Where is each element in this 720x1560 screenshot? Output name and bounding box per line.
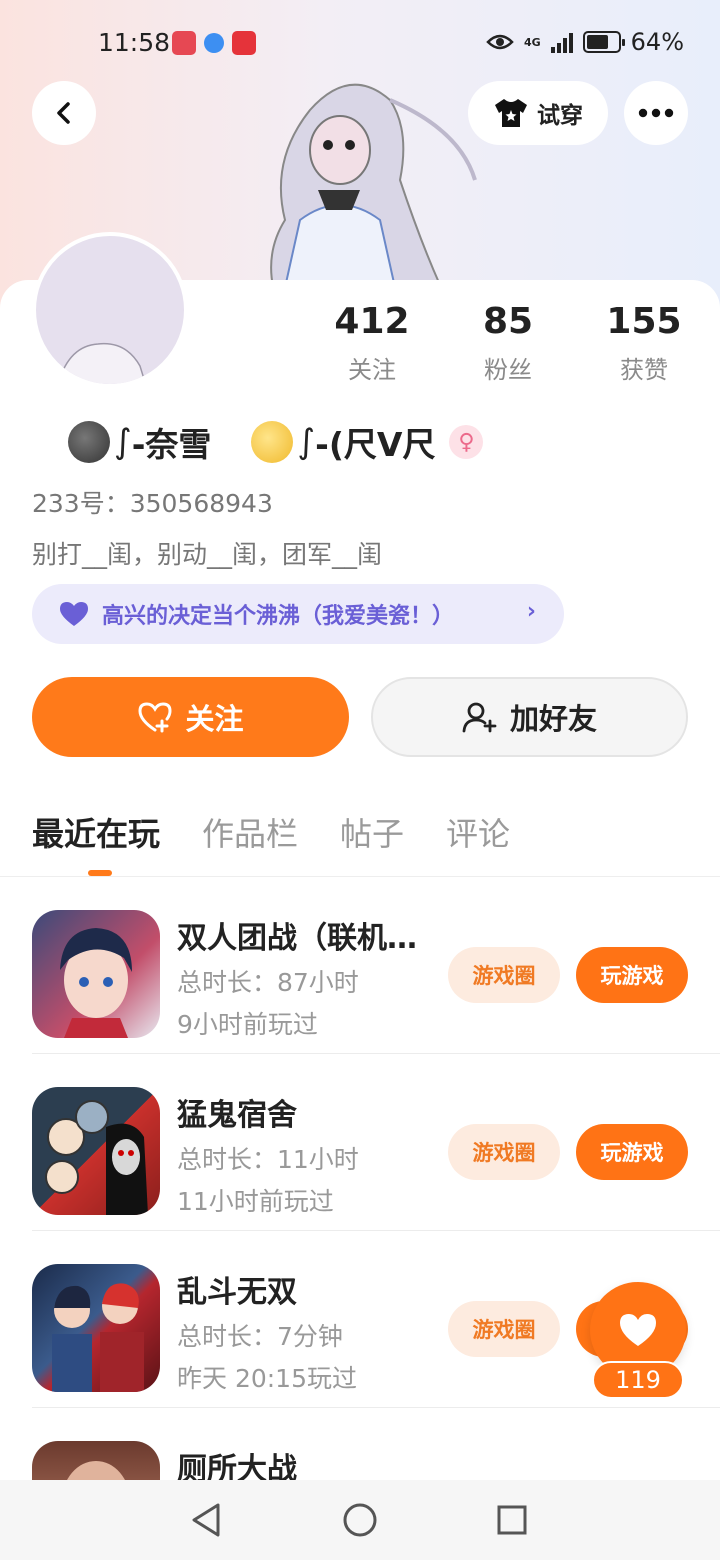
female-gender-icon: ♀ <box>449 425 484 459</box>
stat-following[interactable]: 412 关注 <box>302 300 442 385</box>
system-nav-bar <box>0 1480 720 1560</box>
stat-likes-label: 获赞 <box>620 356 668 384</box>
battery-icon <box>582 31 625 53</box>
game-notification-icon <box>232 31 256 55</box>
game-duration: 总时长：87小时 <box>177 968 359 997</box>
game-circle-button[interactable]: 游戏圈 <box>448 1124 560 1180</box>
hook-glyph-icon: ∫ <box>114 422 132 462</box>
status-time: 11:58 <box>98 28 171 57</box>
tab-recently-played[interactable]: 最近在玩 <box>32 812 160 876</box>
list-item[interactable]: 双人团战（联机版） 总时长：87小时 9小时前玩过 游戏圈 玩游戏 <box>32 877 720 1054</box>
nav-back-button[interactable] <box>186 1500 226 1540</box>
game-icon-2 <box>32 1087 160 1215</box>
game-title: 乱斗无双 <box>177 1275 297 1310</box>
stat-fans[interactable]: 85 粉丝 <box>438 300 578 385</box>
game-title: 猛鬼宿舍 <box>177 1098 297 1133</box>
follow-label: 关注 <box>185 702 244 736</box>
nav-recents-button[interactable] <box>492 1500 532 1540</box>
username: ∫ -奈雪 ∫ -(尺V尺 ♀ <box>68 418 484 466</box>
signature-pill[interactable]: 高兴的决定当个沸沸（我爱美瓷！） › <box>32 584 564 644</box>
username-part1: -奈雪 <box>131 425 212 464</box>
like-count-badge: 119 <box>592 1361 684 1399</box>
network-type-label: 4G <box>523 35 541 49</box>
ghost-dorm-icon <box>45 1100 148 1215</box>
circle-home-icon <box>343 1503 377 1537</box>
tab-posts[interactable]: 帖子 <box>340 812 404 856</box>
list-item[interactable]: 厕所大战 <box>32 1408 720 1480</box>
game-icon-3 <box>32 1264 160 1392</box>
stat-fans-label: 粉丝 <box>484 356 532 384</box>
try-on-button[interactable]: 试穿 <box>468 81 608 145</box>
tab-works[interactable]: 作品栏 <box>202 812 298 856</box>
nav-home-button[interactable] <box>340 1500 380 1540</box>
avatar[interactable] <box>32 232 188 388</box>
game-icon-1 <box>32 910 160 1038</box>
game-last-played: 9小时前玩过 <box>177 1010 318 1039</box>
follow-button[interactable]: 关注 <box>32 677 349 757</box>
avatar-3d-figure <box>270 83 477 310</box>
anime-girl-icon <box>60 928 132 1038</box>
more-dots-icon <box>638 108 674 118</box>
game-title: 双人团战（联机版） <box>177 921 439 956</box>
brawl-heroes-icon <box>52 1283 144 1392</box>
signal-icon <box>550 31 573 53</box>
add-user-icon <box>462 702 497 733</box>
add-friend-button[interactable]: 加好友 <box>371 677 688 757</box>
game-last-played: 11小时前玩过 <box>177 1187 334 1216</box>
game-circle-button[interactable]: 游戏圈 <box>448 1301 560 1357</box>
heart-icon <box>620 1314 656 1346</box>
hook-glyph-icon-2: ∫ <box>297 422 316 462</box>
user-id: 233号：350568943 <box>32 489 273 518</box>
chevron-right-icon: › <box>526 599 536 624</box>
stat-fans-value: 85 <box>482 301 534 342</box>
triangle-back-icon <box>192 1503 220 1537</box>
game-icon-4 <box>32 1441 160 1480</box>
tshirt-icon <box>495 99 527 127</box>
app-notification-icon <box>172 31 196 55</box>
stat-likes[interactable]: 155 获赞 <box>574 300 714 385</box>
dark-moon-emoji-icon <box>68 421 110 463</box>
battery-percent: 64% <box>630 28 684 56</box>
username-part2: -(尺V尺 <box>315 425 436 464</box>
heart-plus-icon <box>138 702 172 733</box>
tab-comments[interactable]: 评论 <box>446 812 510 856</box>
smiling-moon-emoji-icon <box>251 421 294 463</box>
stat-following-value: 412 <box>334 301 410 342</box>
status-right-group: 4G 64% <box>486 28 684 56</box>
play-game-button[interactable]: 玩游戏 <box>576 1124 688 1180</box>
add-friend-label: 加好友 <box>509 702 597 736</box>
eye-comfort-icon <box>486 34 514 50</box>
profile-tabs: 最近在玩 作品栏 帖子 评论 <box>32 812 510 876</box>
back-button[interactable] <box>32 81 96 145</box>
list-item[interactable]: 猛鬼宿舍 总时长：11小时 11小时前玩过 游戏圈 玩游戏 <box>32 1054 720 1231</box>
toilet-head-icon <box>67 1461 125 1480</box>
signature-text: 高兴的决定当个沸沸（我爱美瓷！） <box>102 604 455 629</box>
chevron-left-icon <box>57 102 70 124</box>
game-title: 厕所大战 <box>177 1452 297 1480</box>
game-circle-button[interactable]: 游戏圈 <box>448 947 560 1003</box>
game-duration: 总时长：11小时 <box>177 1145 359 1174</box>
square-recents-icon <box>497 1505 527 1535</box>
purple-heart-icon <box>60 602 88 626</box>
game-duration: 总时长：7分钟 <box>177 1322 343 1351</box>
user-bio: 别打__闺，别动__闺，团军__闺 <box>32 540 383 569</box>
browser-notification-icon <box>204 33 224 53</box>
try-on-label: 试穿 <box>537 103 583 129</box>
more-options-button[interactable] <box>624 81 688 145</box>
stat-likes-value: 155 <box>606 301 682 342</box>
play-game-button[interactable]: 玩游戏 <box>576 947 688 1003</box>
stat-following-label: 关注 <box>348 356 396 384</box>
game-last-played: 昨天 20:15玩过 <box>177 1364 357 1393</box>
status-bar: 11:58 4G 64% <box>0 0 720 84</box>
